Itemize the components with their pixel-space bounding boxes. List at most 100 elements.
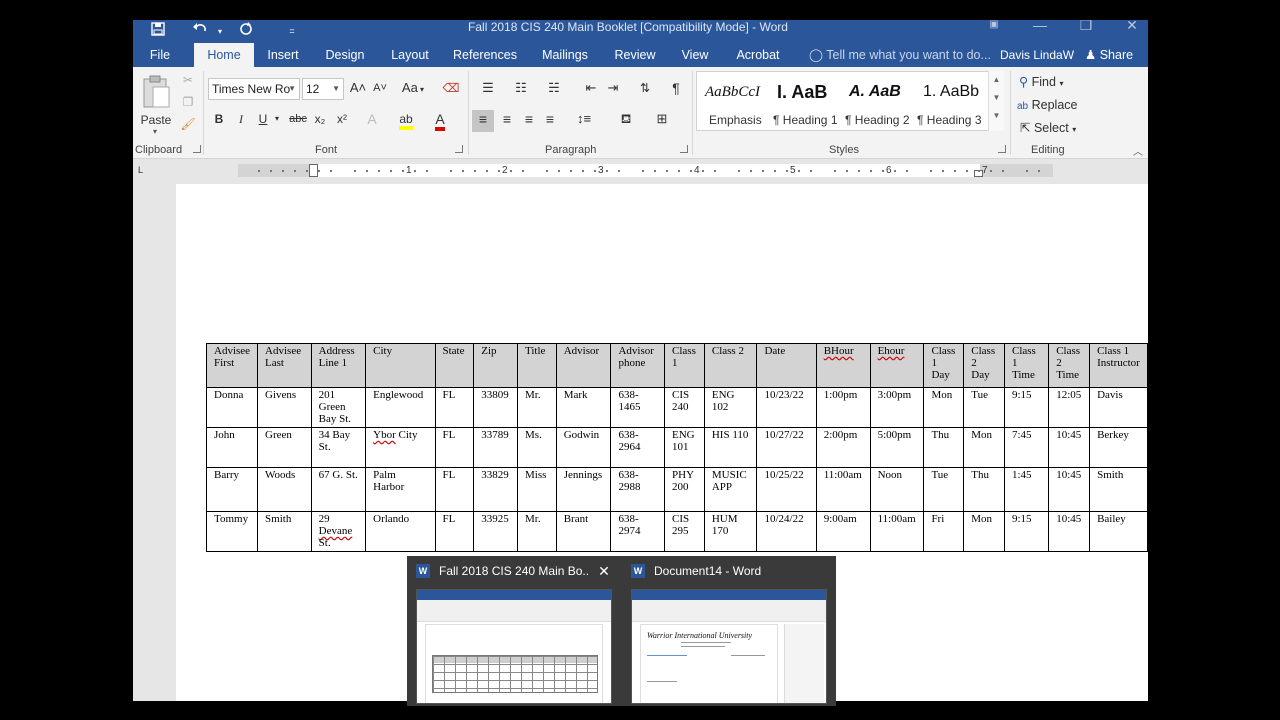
style-preview-emphasis[interactable]: AaBbCcI xyxy=(705,80,760,104)
table-cell[interactable]: Woods xyxy=(257,467,312,512)
shrink-font-button[interactable]: A˅ xyxy=(371,79,389,97)
font-size-select[interactable]: 12 ▼ xyxy=(302,78,344,100)
table-cell[interactable]: Bailey xyxy=(1089,511,1148,552)
table-cell[interactable]: Barry xyxy=(205,467,259,512)
sort-icon[interactable]: ⇅ xyxy=(635,79,655,97)
underline-button[interactable]: U xyxy=(255,110,271,128)
table-cell[interactable]: FL xyxy=(434,511,475,552)
table-cell[interactable]: 638-2964 xyxy=(610,427,666,468)
save-icon[interactable] xyxy=(145,20,171,43)
table-cell[interactable]: 29 Devane St. xyxy=(310,511,367,552)
subscript-button[interactable]: x₂ xyxy=(311,110,329,128)
bullets-icon[interactable]: ☰ xyxy=(475,79,501,97)
table-cell[interactable]: 2:00pm xyxy=(815,427,871,468)
tab-insert[interactable]: Insert xyxy=(259,43,307,67)
table-cell[interactable]: Ybor City xyxy=(365,427,436,468)
tab-home[interactable]: Home xyxy=(194,43,254,67)
repeat-icon[interactable] xyxy=(233,20,259,43)
tab-mailings[interactable]: Mailings xyxy=(536,43,594,67)
table-cell[interactable]: 33809 xyxy=(473,387,519,428)
paragraph-launcher-icon[interactable] xyxy=(680,145,688,153)
strikethrough-button[interactable]: abc xyxy=(287,110,309,128)
preview-thumbnail-doc14[interactable]: Warrior International University xyxy=(631,589,827,704)
tab-acrobat[interactable]: Acrobat xyxy=(730,43,786,67)
tab-review[interactable]: Review xyxy=(609,43,661,67)
table-cell[interactable]: 9:15 xyxy=(1003,387,1050,428)
table-cell[interactable]: Tommy xyxy=(205,511,259,552)
left-indent-marker[interactable] xyxy=(309,164,318,177)
style-preview-heading2[interactable]: A. AaB xyxy=(849,80,901,104)
table-cell[interactable]: 1:45 xyxy=(1003,467,1050,512)
replace-button[interactable]: ab Replace xyxy=(1017,95,1077,115)
table-cell[interactable]: 1:00pm xyxy=(815,387,871,428)
superscript-button[interactable]: x² xyxy=(333,110,351,128)
table-cell[interactable]: Green xyxy=(257,427,312,468)
table-cell[interactable]: Smith xyxy=(257,511,312,552)
italic-button[interactable]: I xyxy=(233,110,249,128)
shading-icon[interactable]: ⛾ xyxy=(611,110,641,128)
chevron-up-icon[interactable]: ▲ xyxy=(989,71,1004,89)
table-cell[interactable]: Thu xyxy=(923,427,965,468)
collapse-ribbon-icon[interactable]: ︿ xyxy=(1133,143,1145,158)
grow-font-button[interactable]: A˄ xyxy=(349,79,367,97)
select-button[interactable]: ⇱ Select ▾ xyxy=(1020,118,1076,138)
chevron-down-icon[interactable]: ▾ xyxy=(272,110,282,128)
table-cell[interactable]: Mon xyxy=(963,511,1005,552)
undo-dropdown-icon[interactable]: ▾ xyxy=(207,20,233,43)
justify-icon[interactable]: ≡ xyxy=(539,110,561,128)
table-cell[interactable]: MUSIC APP xyxy=(703,467,758,512)
table-cell[interactable]: 33925 xyxy=(473,511,519,552)
table-cell[interactable]: 5:00pm xyxy=(869,427,925,468)
table-cell[interactable]: Mon xyxy=(963,427,1005,468)
table-cell[interactable]: FL xyxy=(434,427,475,468)
format-painter-icon[interactable]: 🖌 xyxy=(179,115,197,133)
borders-icon[interactable]: ⊞ xyxy=(647,110,677,128)
spelling-error[interactable]: Ybor xyxy=(373,429,396,441)
table-cell[interactable]: FL xyxy=(434,467,475,512)
table-cell[interactable]: 10:45 xyxy=(1048,467,1091,512)
table-cell[interactable]: Tue xyxy=(923,467,965,512)
table-header-cell[interactable]: Class 2 xyxy=(703,343,758,388)
tab-layout[interactable]: Layout xyxy=(384,43,436,67)
table-cell[interactable]: 9:15 xyxy=(1003,511,1050,552)
table-cell[interactable]: 10:45 xyxy=(1048,511,1091,552)
tell-me-box[interactable]: ◯ Tell me what you want to do... xyxy=(809,43,991,67)
table-cell[interactable]: CIS 295 xyxy=(664,511,705,552)
table-cell[interactable]: Berkey xyxy=(1089,427,1148,468)
numbering-icon[interactable]: ☷ xyxy=(507,79,535,97)
table-cell[interactable]: 11:00am xyxy=(815,467,871,512)
tab-references[interactable]: References xyxy=(449,43,521,67)
table-header-cell[interactable]: Date xyxy=(756,343,817,388)
table-cell[interactable]: Mark xyxy=(555,387,612,428)
table-header-cell[interactable]: Address Line 1 xyxy=(310,343,367,388)
spelling-error[interactable]: Devane xyxy=(319,525,353,537)
table-cell[interactable]: Orlando xyxy=(365,511,436,552)
table-cell[interactable]: 638-2974 xyxy=(610,511,666,552)
table-header-cell[interactable]: Zip xyxy=(473,343,519,388)
multilevel-list-icon[interactable]: ☵ xyxy=(539,79,569,97)
font-family-select[interactable]: Times New Ro ▼ xyxy=(208,78,300,100)
line-spacing-icon[interactable]: ↕≡ xyxy=(569,110,599,128)
table-cell[interactable]: 33829 xyxy=(473,467,519,512)
style-preview-heading3[interactable]: 1. AaBb xyxy=(923,80,979,104)
font-launcher-icon[interactable] xyxy=(455,145,463,153)
table-header-cell[interactable]: Advisor phone xyxy=(610,343,666,388)
table-header-cell[interactable]: Advisor xyxy=(555,343,612,388)
table-header-cell[interactable]: Class 2 Time xyxy=(1048,343,1091,388)
table-cell[interactable]: 33789 xyxy=(473,427,519,468)
change-case-button[interactable]: Aa ▾ xyxy=(399,79,427,99)
table-header-cell[interactable]: Class 1 Instructor xyxy=(1089,343,1148,388)
styles-launcher-icon[interactable] xyxy=(998,145,1006,153)
table-cell[interactable]: 10/27/22 xyxy=(756,427,817,468)
table-cell[interactable]: Fri xyxy=(923,511,965,552)
minimize-button[interactable]: — xyxy=(1017,20,1063,43)
show-formatting-button[interactable]: ¶ xyxy=(667,79,685,97)
font-color-icon[interactable]: A xyxy=(429,110,451,131)
styles-gallery-scroll[interactable]: ▲ ▼ ▼ xyxy=(988,71,1004,131)
table-cell[interactable]: 201 Green Bay St. xyxy=(310,387,367,428)
close-button[interactable]: ✕ xyxy=(1109,20,1148,43)
table-cell[interactable]: 9:00am xyxy=(815,511,871,552)
bold-button[interactable]: B xyxy=(211,110,227,128)
table-cell[interactable]: Smith xyxy=(1089,467,1148,512)
table-header-cell[interactable]: Class 2 Day xyxy=(963,343,1005,388)
